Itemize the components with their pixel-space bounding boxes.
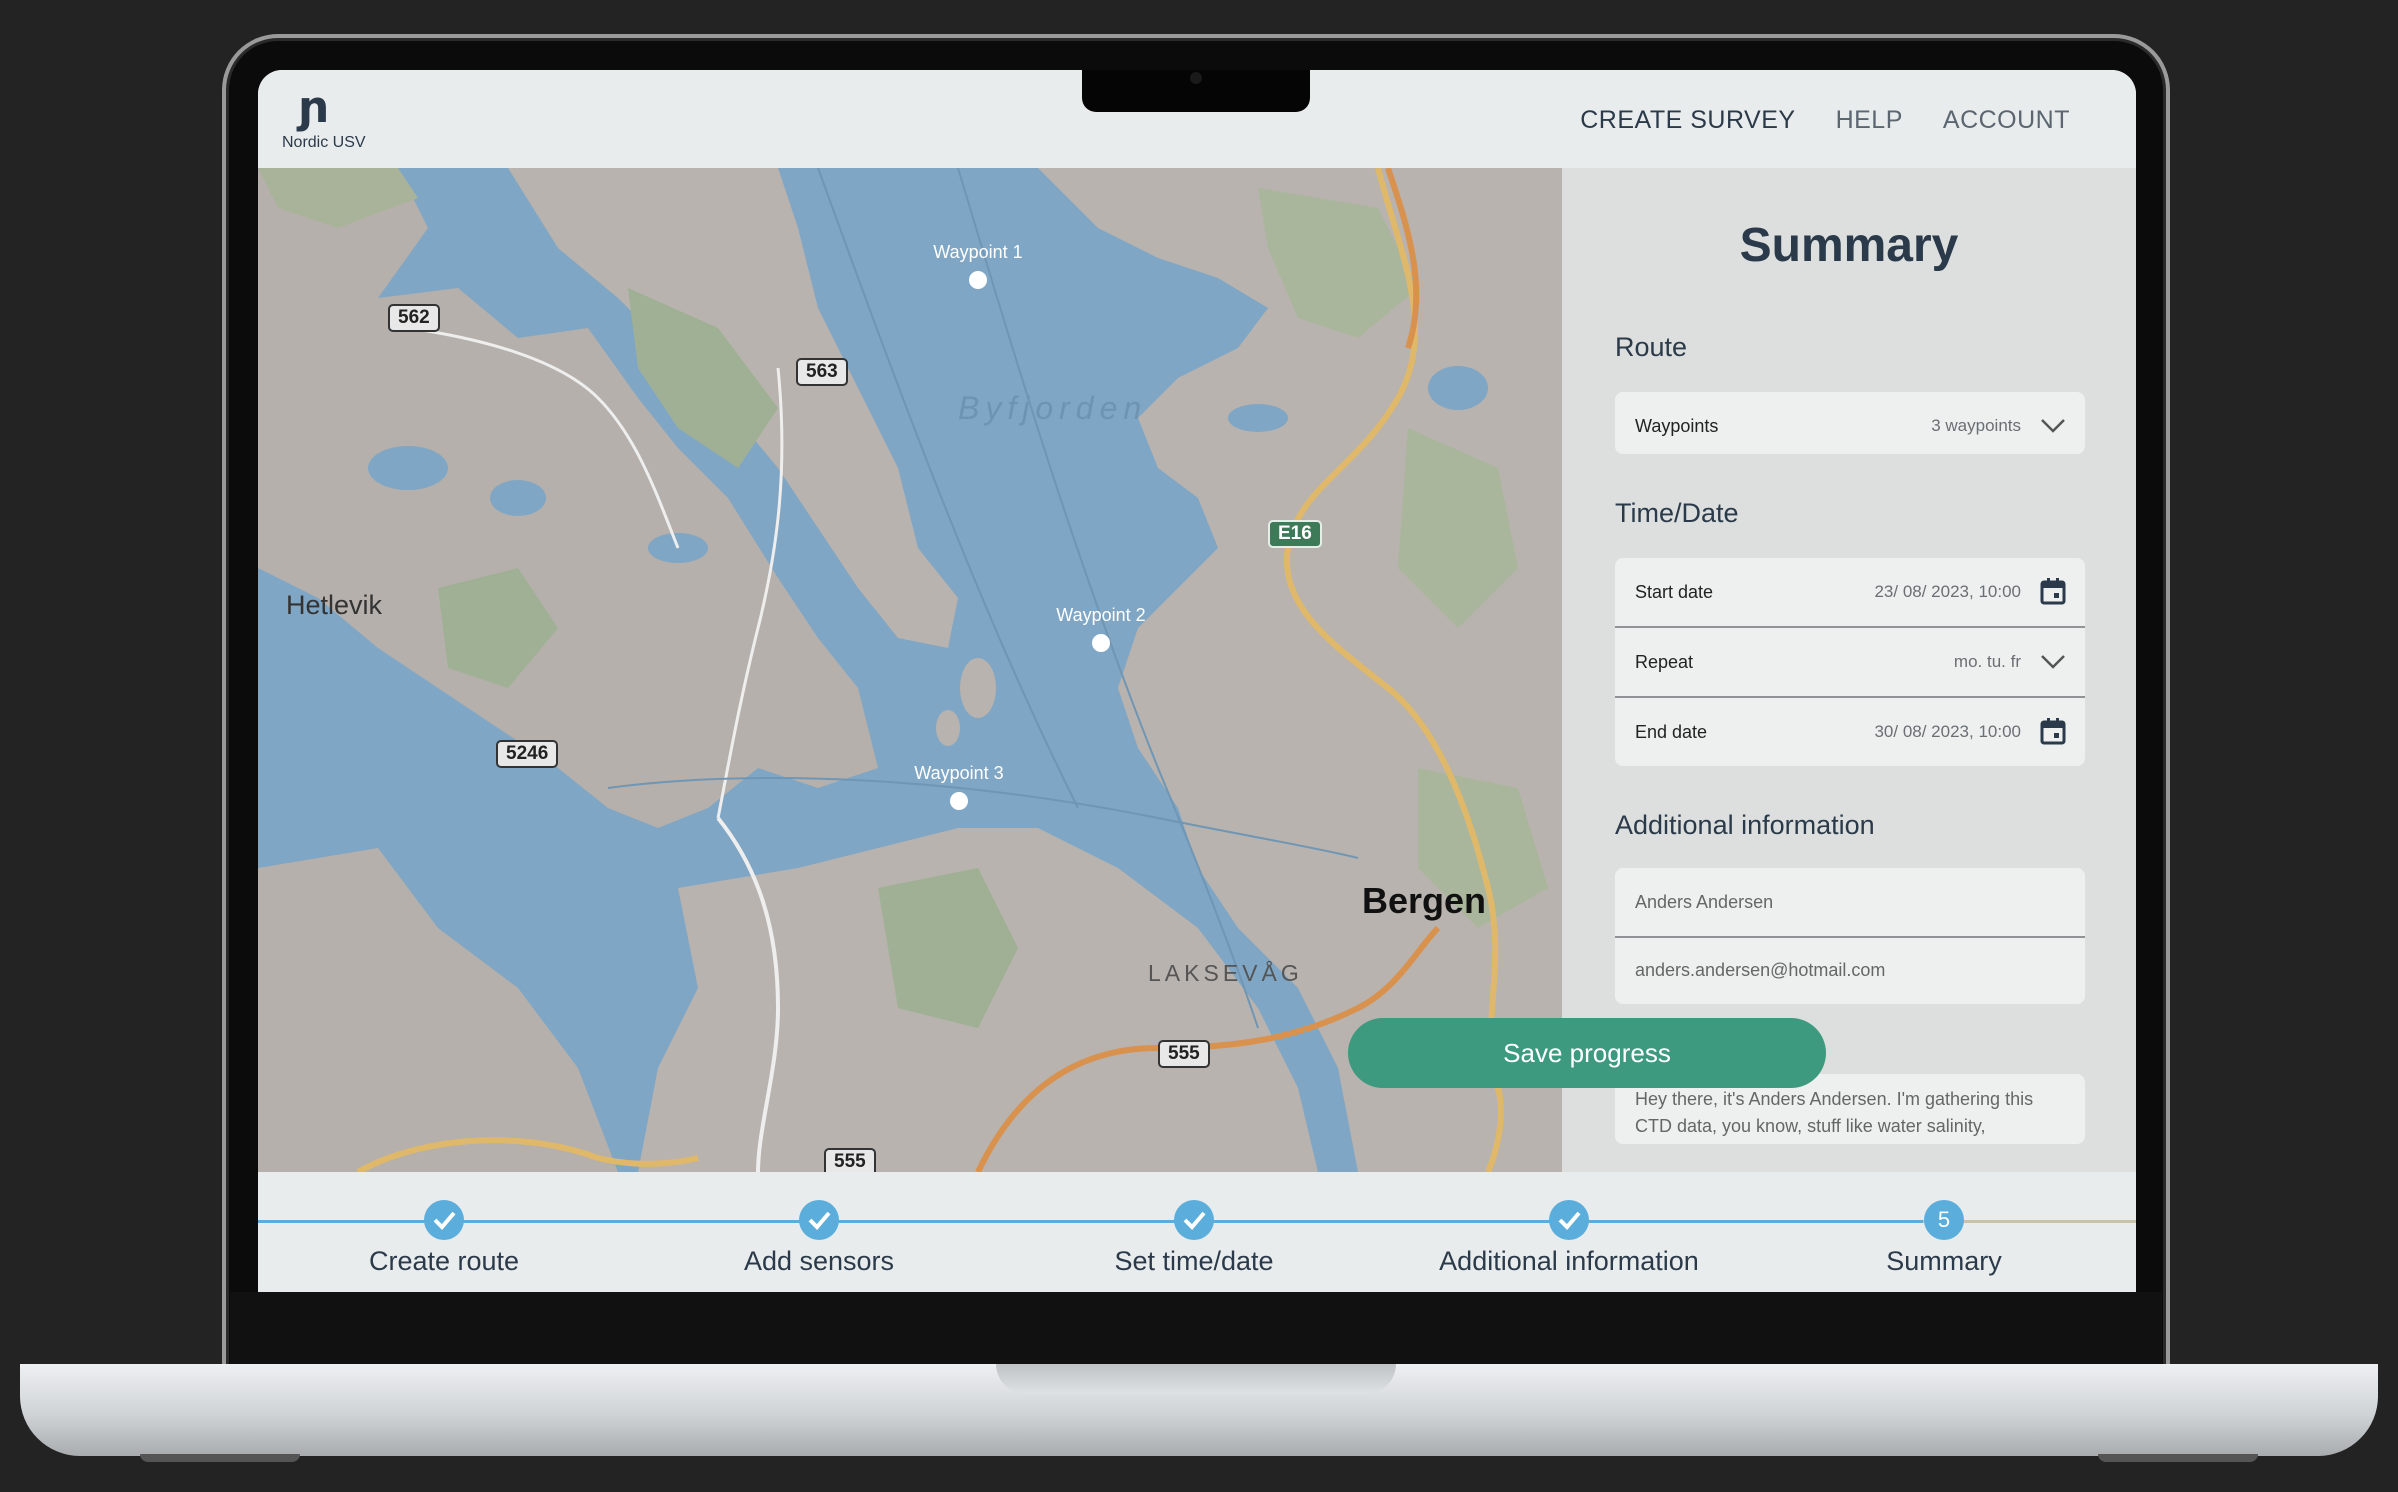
end-date-value: 30/ 08/ 2023, 10:00 — [1874, 722, 2021, 741]
main-nav: CREATE SURVEY HELP ACCOUNT — [1580, 106, 2070, 135]
message-value: Hey there, it's Anders Andersen. I'm gat… — [1635, 1089, 2034, 1136]
name-value: Anders Andersen — [1635, 892, 1774, 912]
road-shield: 563 — [796, 358, 848, 386]
waypoint-3[interactable]: Waypoint 3 — [899, 763, 1019, 810]
start-date-label: Start date — [1635, 582, 1714, 602]
progress-stepper: Create route Add sensors Set time/date A… — [258, 1172, 2136, 1292]
nav-account[interactable]: ACCOUNT — [1943, 106, 2070, 135]
calendar-icon[interactable] — [2039, 576, 2067, 606]
step-label: Set time/date — [1114, 1246, 1274, 1276]
check-icon — [799, 1200, 839, 1240]
step-additional-information[interactable]: Additional information — [1419, 1200, 1719, 1277]
end-date-label: End date — [1635, 722, 1708, 742]
check-icon — [1174, 1200, 1214, 1240]
save-progress-button[interactable]: Save progress — [1348, 1018, 1826, 1088]
calendar-icon[interactable] — [2039, 716, 2067, 746]
email-value: anders.andersen@hotmail.com — [1635, 960, 1886, 980]
place-bergen: Bergen — [1362, 880, 1487, 921]
nav-help[interactable]: HELP — [1836, 106, 1903, 135]
nav-create-survey[interactable]: CREATE SURVEY — [1580, 106, 1795, 135]
step-label: Create route — [368, 1246, 520, 1276]
name-input[interactable]: Anders Andersen — [1615, 868, 2085, 938]
start-date-value: 23/ 08/ 2023, 10:00 — [1874, 582, 2021, 601]
laptop-foot — [140, 1454, 300, 1462]
step-label: Add sensors — [743, 1246, 895, 1276]
waypoint-2[interactable]: Waypoint 2 — [1041, 605, 1161, 652]
contact-box: Anders Andersen anders.andersen@hotmail.… — [1615, 868, 2085, 1004]
waypoint-label: Waypoint 2 — [1056, 605, 1146, 625]
step-summary[interactable]: 5 Summary — [1794, 1200, 2094, 1277]
logo[interactable]: ɲ Nordic USV — [282, 86, 402, 152]
time-heading: Time/Date — [1615, 498, 1739, 528]
waypoint-label: Waypoint 3 — [914, 763, 1004, 783]
laptop-base-notch — [996, 1364, 1396, 1394]
step-add-sensors[interactable]: Add sensors — [669, 1200, 969, 1277]
waypoint-1[interactable]: Waypoint 1 — [918, 242, 1038, 289]
step-label: Summary — [1886, 1246, 2002, 1276]
panel-title: Summary — [1739, 219, 1959, 272]
step-create-route[interactable]: Create route — [294, 1200, 594, 1277]
waypoint-marker[interactable] — [950, 792, 968, 810]
road-shield: 5246 — [496, 740, 559, 768]
chevron-down-icon — [2041, 419, 2065, 433]
route-heading: Route — [1615, 332, 1688, 362]
water-label: Byfjorden — [958, 390, 1148, 426]
camera — [1190, 72, 1202, 84]
logo-text: Nordic USV — [282, 134, 366, 151]
repeat-label: Repeat — [1635, 652, 1694, 672]
logo-icon: ɲ — [298, 82, 330, 133]
waypoints-dropdown[interactable]: Waypoints 3 waypoints — [1615, 392, 2085, 454]
step-label: Additional information — [1439, 1246, 1699, 1276]
laptop-foot — [2098, 1454, 2258, 1462]
email-input[interactable]: anders.andersen@hotmail.com — [1615, 938, 2085, 1004]
check-icon — [1549, 1200, 1589, 1240]
start-date-field[interactable]: Start date 23/ 08/ 2023, 10:00 — [1615, 558, 2085, 628]
chevron-down-icon — [2041, 655, 2065, 669]
waypoints-value: 3 waypoints — [1931, 416, 2021, 435]
app-screen: ɲ Nordic USV CREATE SURVEY HELP ACCOUNT — [258, 70, 2136, 1292]
additional-heading: Additional information — [1615, 810, 1875, 840]
waypoint-marker[interactable] — [1092, 634, 1110, 652]
laptop-hinge — [230, 1292, 2162, 1364]
road-shield: E16 — [1268, 520, 1322, 548]
place-hetlevik: Hetlevik — [286, 590, 383, 620]
road-shield: 562 — [388, 304, 440, 332]
place-laksevag: LAKSEVÅG — [1148, 960, 1303, 986]
repeat-value: mo. tu. fr — [1953, 652, 2021, 671]
time-box: Start date 23/ 08/ 2023, 10:00 Repeat mo… — [1615, 558, 2085, 766]
waypoint-marker[interactable] — [969, 271, 987, 289]
route-box: Waypoints 3 waypoints — [1615, 392, 2085, 454]
step-set-time-date[interactable]: Set time/date — [1044, 1200, 1344, 1277]
waypoint-label: Waypoint 1 — [933, 242, 1023, 262]
road-shield: 555 — [1158, 1040, 1210, 1068]
repeat-dropdown[interactable]: Repeat mo. tu. fr — [1615, 628, 2085, 698]
road-shield: 555 — [824, 1148, 876, 1172]
check-icon — [424, 1200, 464, 1240]
waypoints-label: Waypoints — [1635, 416, 1719, 436]
step-number: 5 — [1924, 1200, 1964, 1240]
end-date-field[interactable]: End date 30/ 08/ 2023, 10:00 — [1615, 698, 2085, 766]
